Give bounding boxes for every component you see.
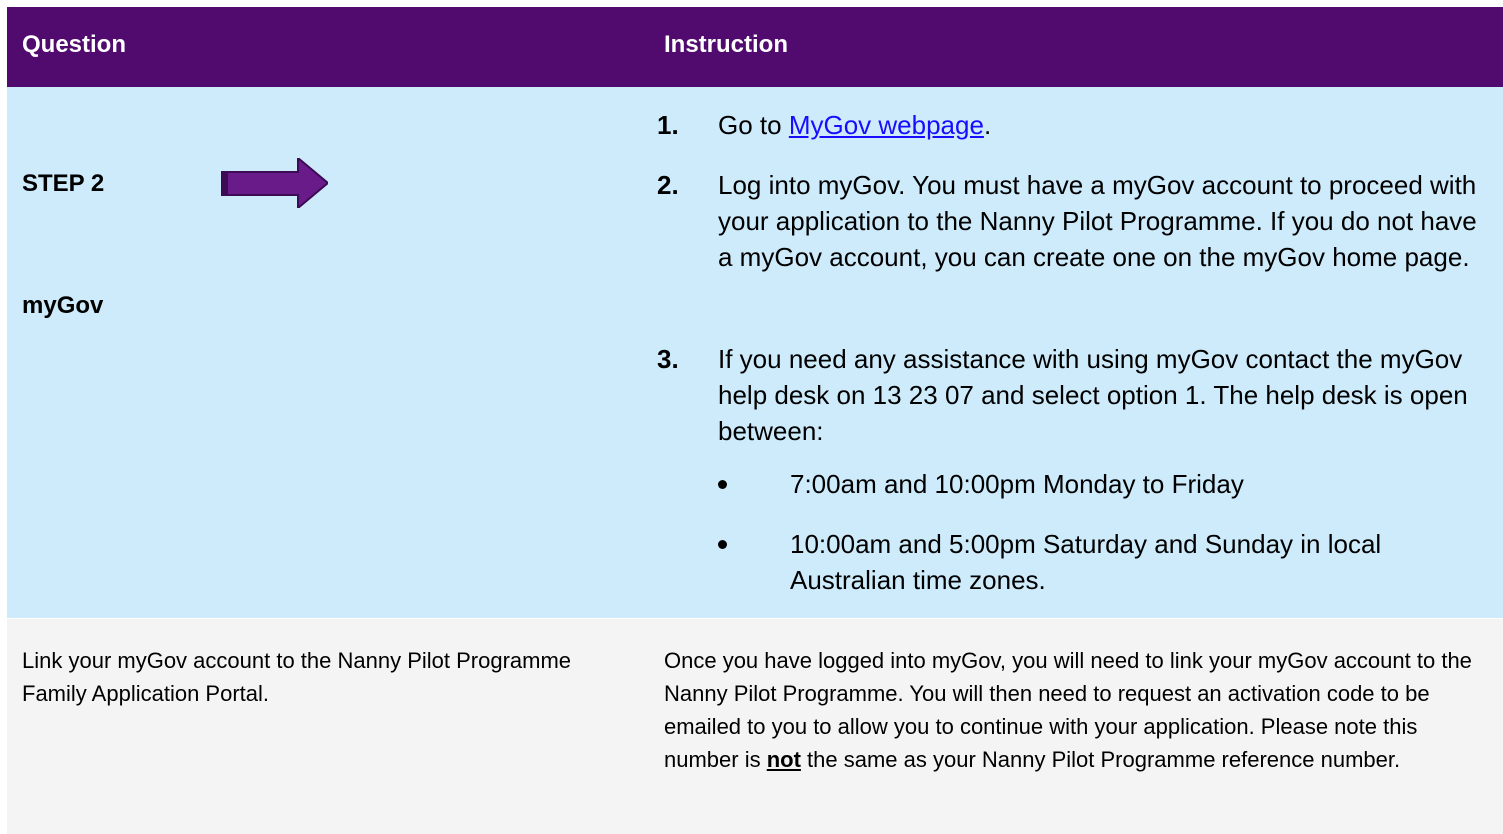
list-number: 2. bbox=[657, 170, 679, 200]
list-text: 7:00am and 10:00pm Monday to Friday bbox=[790, 469, 1244, 499]
bullet-icon bbox=[718, 480, 727, 489]
list-text: If you need any assistance with using my… bbox=[718, 344, 1468, 446]
table-header: Question Instruction bbox=[7, 7, 1503, 87]
link-instruction: Once you have logged into myGov, you wil… bbox=[664, 648, 1472, 772]
header-question: Question bbox=[22, 31, 127, 58]
table-row-link: Link your myGov account to the Nanny Pil… bbox=[7, 619, 1503, 834]
link-question: Link your myGov account to the Nanny Pil… bbox=[22, 648, 572, 706]
list-number: 1. bbox=[657, 110, 679, 140]
right-arrow-icon bbox=[221, 158, 328, 208]
list-text: Go to MyGov webpage. bbox=[718, 110, 992, 140]
mygov-webpage-link[interactable]: MyGov webpage bbox=[789, 110, 984, 140]
header-instruction: Instruction bbox=[664, 31, 788, 58]
emphasis-not: not bbox=[766, 747, 801, 772]
list-text: Log into myGov. You must have a myGov ac… bbox=[718, 170, 1477, 272]
step-label: STEP 2 bbox=[22, 170, 105, 197]
list-text: 10:00am and 5:00pm Saturday and Sunday i… bbox=[790, 529, 1382, 595]
bullet-icon bbox=[718, 540, 727, 549]
step-name: myGov bbox=[22, 292, 104, 319]
list-number: 3. bbox=[657, 344, 679, 374]
